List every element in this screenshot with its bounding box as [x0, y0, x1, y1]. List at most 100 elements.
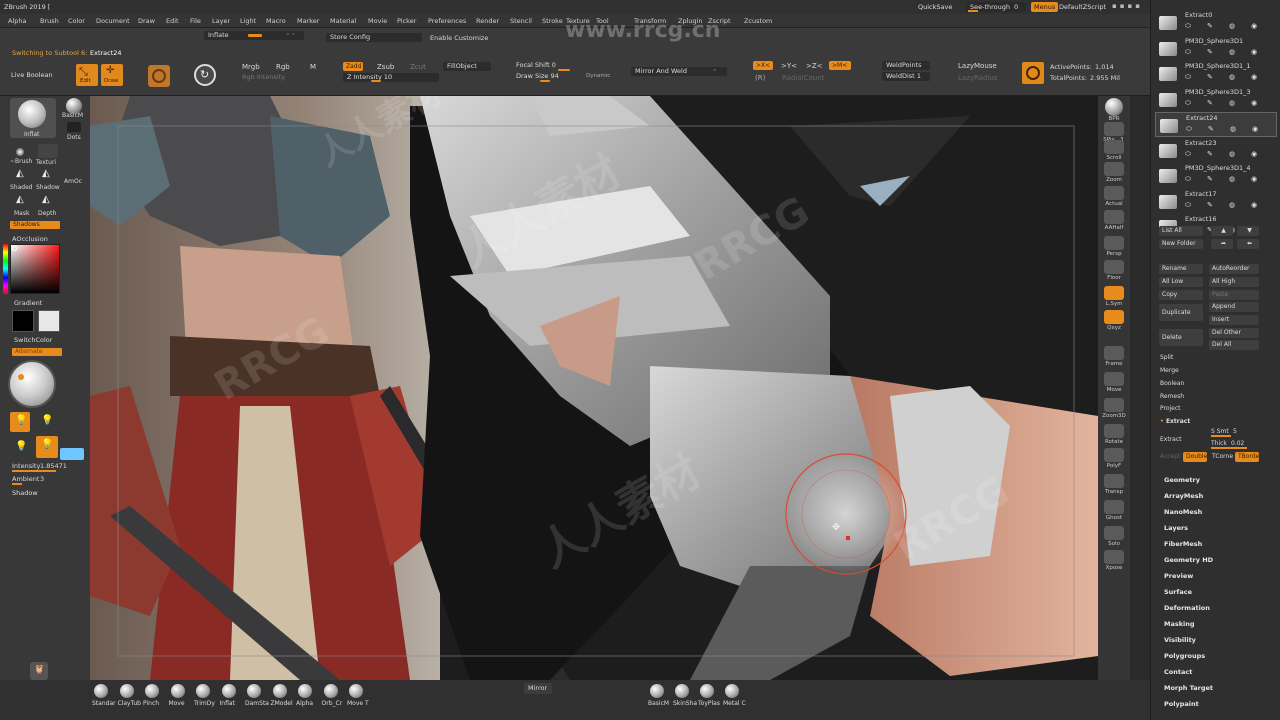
- switch-color-button[interactable]: SwitchColor: [14, 336, 52, 344]
- rgb-intensity-slider[interactable]: Rgb Intensity: [238, 73, 338, 82]
- menu-material[interactable]: Material: [330, 17, 356, 25]
- section-morph-target[interactable]: Morph Target: [1164, 684, 1213, 692]
- draw-button[interactable]: ✛ Draw: [101, 64, 123, 86]
- remesh-section[interactable]: Remesh: [1157, 392, 1261, 402]
- toggle-icon[interactable]: ⬭: [1185, 99, 1191, 108]
- menu-alpha[interactable]: Alpha: [8, 17, 26, 25]
- view-qxyz-button[interactable]: Qxyz: [1098, 310, 1130, 334]
- menu-light[interactable]: Light: [240, 17, 256, 25]
- menu-brush[interactable]: Brush: [40, 17, 59, 25]
- subtool-row[interactable]: PM3D_Sphere3D1_4 ⬭ ✎ ◍ ◉: [1155, 163, 1277, 188]
- subtool-row[interactable]: Extract17 ⬭ ✎ ◍ ◉: [1155, 189, 1277, 214]
- auto-reorder-button[interactable]: AutoReorder: [1209, 264, 1259, 274]
- extract-section[interactable]: • Extract: [1157, 417, 1261, 427]
- intensity-slider[interactable]: Intensity 1.85471: [10, 462, 67, 472]
- brush-inflat-button[interactable]: Inflat: [220, 682, 245, 712]
- material-toyplas-button[interactable]: ToyPlas: [698, 682, 723, 712]
- ambient-slider[interactable]: Ambient 3: [10, 475, 66, 485]
- eye-icon[interactable]: ◉: [1251, 150, 1257, 158]
- material-skinsha-button[interactable]: SkinSha: [673, 682, 698, 712]
- view-zoom3d-button[interactable]: Zoom3D: [1098, 398, 1130, 422]
- x-symmetry-button[interactable]: >X<: [753, 61, 773, 70]
- subtool-row[interactable]: Extract0 ⬭ ✎ ◍ ◉: [1155, 10, 1277, 35]
- view-xpose-button[interactable]: Xpose: [1098, 550, 1130, 574]
- all-high-button[interactable]: All High: [1209, 277, 1259, 287]
- brush-damsta-button[interactable]: DamSta: [245, 682, 270, 712]
- stroke-selector[interactable]: Dots: [62, 122, 86, 142]
- shadows-button[interactable]: Shadows: [10, 221, 60, 229]
- paint-icon[interactable]: ◍: [1229, 99, 1235, 107]
- eye-icon[interactable]: ◉: [1251, 201, 1257, 209]
- toggle-icon[interactable]: ⬭: [1185, 73, 1191, 82]
- brush-icon[interactable]: ✎: [1207, 175, 1213, 183]
- view-solo-button[interactable]: Solo: [1098, 526, 1130, 550]
- view-transp-button[interactable]: Transp: [1098, 474, 1130, 498]
- eye-icon[interactable]: ◉: [1251, 175, 1257, 183]
- view-floor-button[interactable]: Floor: [1098, 260, 1130, 284]
- paint-icon[interactable]: ◍: [1229, 201, 1235, 209]
- section-nanomesh[interactable]: NanoMesh: [1164, 508, 1202, 516]
- append-button[interactable]: Append: [1209, 302, 1259, 312]
- viewport-canvas[interactable]: ✥ 人人素材 RRCG 人人素材 RRCG RRCG 人人素材: [90, 96, 1098, 680]
- material-basicm-button[interactable]: BasicM: [648, 682, 673, 712]
- section-visibility[interactable]: Visibility: [1164, 636, 1196, 644]
- view-zoom-button[interactable]: Zoom: [1098, 162, 1130, 186]
- section-layers[interactable]: Layers: [1164, 524, 1188, 532]
- new-folder-button[interactable]: New Folder: [1159, 239, 1203, 249]
- view-scroll-button[interactable]: Scroll: [1098, 140, 1130, 164]
- view-move-button[interactable]: Move: [1098, 372, 1130, 396]
- scale-rotate-button[interactable]: ↻: [194, 64, 216, 86]
- view-persp-button[interactable]: Persp: [1098, 236, 1130, 260]
- section-surface[interactable]: Surface: [1164, 588, 1192, 596]
- thick-slider[interactable]: Thick 0.02: [1209, 440, 1259, 449]
- view-rotate-button[interactable]: Rotate: [1098, 424, 1130, 448]
- light-3-button[interactable]: 💡: [10, 438, 30, 458]
- light-4-button[interactable]: 💡: [36, 436, 58, 458]
- brush-icon[interactable]: ✎: [1207, 48, 1213, 56]
- weld-points-button[interactable]: WeldPoints: [882, 61, 930, 70]
- menus-button[interactable]: Menus: [1031, 2, 1059, 12]
- copy-button[interactable]: Copy: [1159, 290, 1203, 300]
- draw-size-slider[interactable]: Draw Size 94 Dynamic: [512, 72, 612, 82]
- section-contact[interactable]: Contact: [1164, 668, 1192, 676]
- move-mode-button[interactable]: [148, 65, 170, 87]
- focal-shift-slider[interactable]: Focal Shift 0: [512, 61, 612, 71]
- menu-render[interactable]: Render: [476, 17, 499, 25]
- enable-customize-button[interactable]: Enable Customize: [430, 34, 488, 42]
- merge-section[interactable]: Merge: [1157, 366, 1261, 376]
- split-section[interactable]: Split: [1157, 353, 1261, 363]
- primary-color-swatch[interactable]: [12, 310, 34, 332]
- light-1-button[interactable]: 💡: [10, 412, 30, 432]
- accept-button[interactable]: Accept: [1157, 452, 1181, 462]
- brush-trimdy-button[interactable]: TrimDy: [194, 682, 219, 712]
- toggle-icon[interactable]: ⬭: [1185, 48, 1191, 57]
- z-intensity-slider[interactable]: Z Intensity 10: [343, 73, 439, 82]
- insert-button[interactable]: Insert: [1209, 315, 1259, 325]
- z-symmetry-button[interactable]: >Z<: [806, 62, 823, 70]
- view-ghost-button[interactable]: Ghost: [1098, 500, 1130, 524]
- brush-orb_cr-button[interactable]: Orb_Cr: [322, 682, 347, 712]
- paint-icon[interactable]: ◍: [1229, 175, 1235, 183]
- shadow-toggle[interactable]: ◭ Shadow: [36, 168, 62, 192]
- window-controls-icon[interactable]: ▪▪▪▪: [1112, 2, 1143, 10]
- toggle-icon[interactable]: ⬭: [1186, 125, 1192, 134]
- section-geometry-hd[interactable]: Geometry HD: [1164, 556, 1213, 564]
- toggle-icon[interactable]: ⬭: [1185, 175, 1191, 184]
- zsub-button[interactable]: Zsub: [377, 63, 394, 71]
- paint-icon[interactable]: ◍: [1229, 150, 1235, 158]
- move-left-icon[interactable]: ⬅: [1237, 239, 1259, 249]
- section-preview[interactable]: Preview: [1164, 572, 1193, 580]
- inflate-slider[interactable]: Inflate ⁼ ⁼: [204, 31, 304, 40]
- menu-marker[interactable]: Marker: [297, 17, 319, 25]
- tborder-button[interactable]: TBorde: [1235, 452, 1259, 462]
- section-polypaint[interactable]: Polypaint: [1164, 700, 1199, 708]
- paint-icon[interactable]: ◍: [1229, 73, 1235, 81]
- subtool-row[interactable]: Extract24 ⬭ ✎ ◍ ◉: [1155, 112, 1277, 137]
- view-actual-button[interactable]: Actual: [1098, 186, 1130, 210]
- rename-button[interactable]: Rename: [1159, 264, 1203, 274]
- section-arraymesh[interactable]: ArrayMesh: [1164, 492, 1203, 500]
- section-masking[interactable]: Masking: [1164, 620, 1195, 628]
- menu-stroke[interactable]: Stroke: [542, 17, 563, 25]
- section-geometry[interactable]: Geometry: [1164, 476, 1200, 484]
- subtool-row[interactable]: PM3D_Sphere3D1 ⬭ ✎ ◍ ◉: [1155, 36, 1277, 61]
